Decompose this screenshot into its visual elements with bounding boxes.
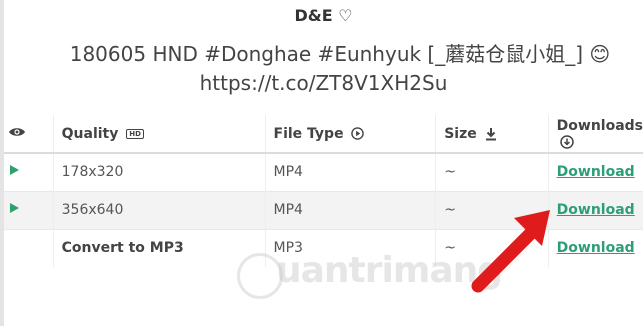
size-column-header: Size <box>435 115 549 154</box>
empty-play-cell <box>4 228 54 267</box>
tweet-text: 180605 HND #Donghae #Eunhyuk [_蘑菇仓鼠小姐_] … <box>69 42 611 66</box>
file-type-header-label: File Type <box>273 125 344 142</box>
hd-badge-icon: HD <box>126 128 144 139</box>
download-link[interactable]: Download <box>557 202 635 218</box>
size-header-label: Size <box>444 125 477 142</box>
play-triangle-icon[interactable] <box>8 202 20 214</box>
quality-cell: 356x640 <box>52 190 266 229</box>
file-type-column-header: File Type <box>264 115 436 154</box>
eye-icon <box>9 127 25 136</box>
quality-column-header: Quality HD <box>52 115 266 154</box>
download-circle-icon <box>559 134 574 149</box>
file-type-cell: MP4 <box>264 152 436 191</box>
play-cell[interactable] <box>4 152 54 191</box>
play-cell[interactable] <box>4 190 54 229</box>
tweet-link[interactable]: https://t.co/ZT8V1XH2Su <box>4 71 643 95</box>
download-cell: Download <box>547 152 643 191</box>
downloads-column-header: Downloads <box>547 115 643 154</box>
quality-cell: Convert to MP3 <box>52 228 266 267</box>
table-row: 178x320 MP4 ~ Download <box>4 152 643 191</box>
download-link[interactable]: Download <box>557 164 635 180</box>
tweet-download-page: D&E ♡ 180605 HND #Donghae #Eunhyuk [_蘑菇仓… <box>4 0 643 326</box>
account-name: D&E ♡ <box>294 6 353 25</box>
quality-cell: 178x320 <box>52 152 266 191</box>
download-link[interactable]: Download <box>557 240 635 256</box>
file-type-cell: MP4 <box>264 190 436 229</box>
play-triangle-icon[interactable] <box>8 164 20 176</box>
downloads-header-label: Downloads <box>556 117 643 134</box>
red-arrow-icon <box>471 210 550 293</box>
preview-column-header <box>4 115 54 154</box>
download-arrow-icon <box>485 127 496 140</box>
play-circle-icon <box>351 127 365 140</box>
table-header-row: Quality HD File Type Size Downloads <box>4 115 643 154</box>
size-cell: ~ <box>435 152 549 191</box>
quality-header-label: Quality <box>61 125 119 142</box>
